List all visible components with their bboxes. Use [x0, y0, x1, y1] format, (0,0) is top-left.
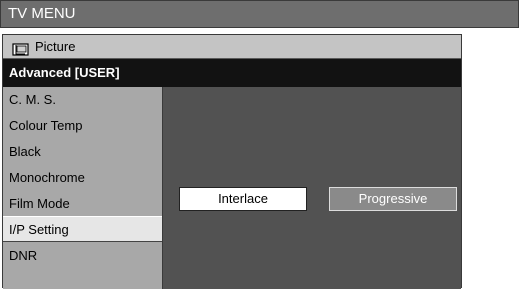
menu-item-colour-temp[interactable]: Colour Temp	[3, 113, 162, 139]
advanced-header: Advanced [USER]	[3, 59, 461, 87]
menu-item-film-mode[interactable]: Film Mode	[3, 191, 162, 217]
advanced-menu: C. M. S. Colour Temp Black Monochrome Fi…	[3, 87, 163, 289]
menu-panel: Picture Advanced [USER] C. M. S. Colour …	[2, 34, 462, 289]
picture-row[interactable]: Picture	[3, 35, 461, 59]
picture-icon	[12, 40, 29, 56]
ip-setting-content: Interlace Progressive	[163, 87, 461, 289]
picture-label: Picture	[35, 39, 76, 54]
menu-item-cms[interactable]: C. M. S.	[3, 87, 162, 113]
menu-item-black[interactable]: Black	[3, 139, 162, 165]
menu-item-ip-setting[interactable]: I/P Setting	[3, 216, 162, 242]
menu-item-dnr[interactable]: DNR	[3, 243, 162, 269]
progressive-option[interactable]: Progressive	[329, 187, 457, 211]
window-title: TV MENU	[0, 0, 519, 28]
menu-item-monochrome[interactable]: Monochrome	[3, 165, 162, 191]
interlace-option[interactable]: Interlace	[179, 187, 307, 211]
